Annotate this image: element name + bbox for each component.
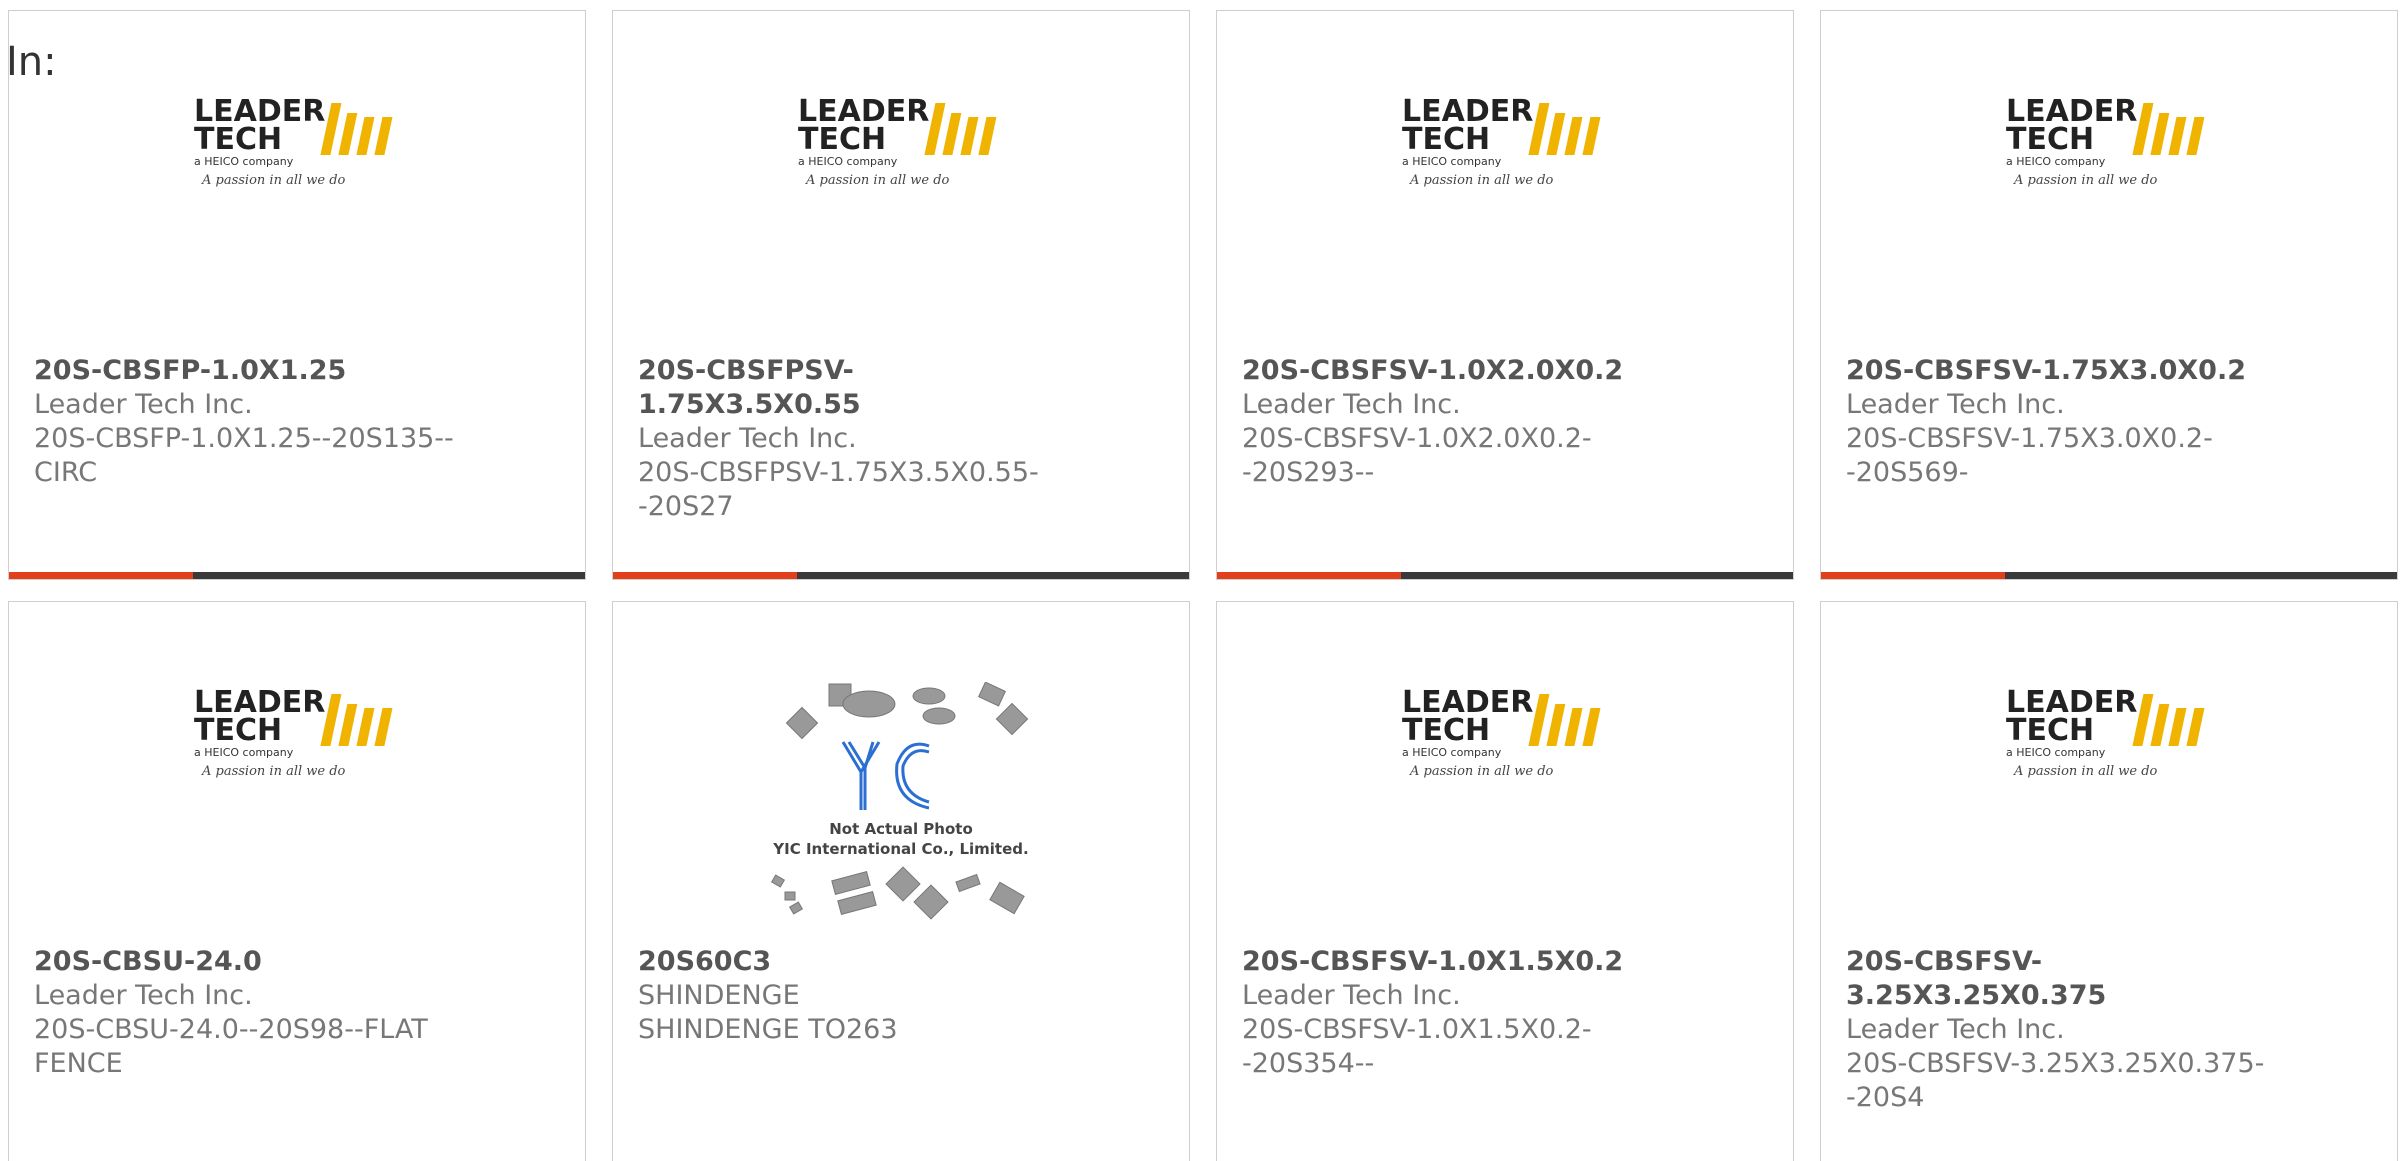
logo-text-tech: TECH <box>798 122 886 157</box>
card-progress-bar <box>1821 572 2397 579</box>
part-description: 20S-CBSU-24.0--20S98--FLAT FENCE <box>34 1014 428 1079</box>
part-number[interactable]: 20S-CBSFSV-1.0X2.0X0.2 <box>1242 354 1662 388</box>
manufacturer: Leader Tech Inc. <box>1846 1014 2065 1045</box>
product-image[interactable]: LEADER TECH a HEICO company A passion in… <box>1821 91 2397 301</box>
logo-text-tagline: A passion in all we do <box>2013 173 2158 188</box>
product-card[interactable]: LEADER TECH a HEICO company A passion in… <box>8 10 586 580</box>
manufacturer: SHINDENGE <box>638 980 800 1011</box>
leader-tech-logo: LEADER TECH a HEICO company A passion in… <box>194 685 393 779</box>
logo-text-tagline: A passion in all we do <box>1409 764 1554 779</box>
part-number[interactable]: 20S-CBSFSV-1.0X1.5X0.2 <box>1242 945 1662 979</box>
filter-label: In: <box>6 39 57 85</box>
logo-text-tech: TECH <box>1402 122 1490 157</box>
product-image[interactable]: LEADER TECH a HEICO company A passion in… <box>1821 682 2397 892</box>
product-card[interactable]: LEADER TECH a HEICO company A passion in… <box>1820 10 2398 580</box>
part-number[interactable]: 20S-CBSFP-1.0X1.25 <box>34 354 454 388</box>
logo-text-heico: a HEICO company <box>1402 155 1502 168</box>
part-number[interactable]: 20S-CBSFSV-1.75X3.0X0.2 <box>1846 354 2266 388</box>
manufacturer: Leader Tech Inc. <box>34 389 253 420</box>
part-number[interactable]: 20S-CBSFSV-3.25X3.25X0.375 <box>1846 945 2266 1013</box>
part-number[interactable]: 20S60C3 <box>638 945 1058 979</box>
product-card[interactable]: Not Actual Photo YIC International Co., … <box>612 601 1190 1161</box>
logo-text-heico: a HEICO company <box>2006 746 2106 759</box>
logo-text-tech: TECH <box>1402 713 1490 748</box>
leader-tech-logo: LEADER TECH a HEICO company A passion in… <box>1402 94 1601 188</box>
logo-text-tagline: A passion in all we do <box>805 173 950 188</box>
logo-text-tech: TECH <box>194 122 282 157</box>
logo-stripes <box>320 103 393 155</box>
progress-fill <box>1217 572 1402 579</box>
part-description: 20S-CBSFSV-3.25X3.25X0.375--20S4 <box>1846 1048 2265 1113</box>
progress-fill <box>9 572 194 579</box>
part-description: 20S-CBSFSV-1.0X1.5X0.2--20S354-- <box>1242 1014 1592 1079</box>
logo-stripes <box>2132 103 2205 155</box>
logo-text-tech: TECH <box>2006 713 2094 748</box>
logo-stripes <box>1528 694 1601 746</box>
yic-caption-line2: YIC International Co., Limited. <box>772 840 1028 858</box>
logo-text-tech: TECH <box>194 713 282 748</box>
part-description: 20S-CBSFP-1.0X1.25--20S135--CIRC <box>34 423 454 488</box>
yic-caption-line1: Not Actual Photo <box>829 820 973 838</box>
product-card[interactable]: LEADER TECH a HEICO company A passion in… <box>8 601 586 1161</box>
leader-tech-logo: LEADER TECH a HEICO company A passion in… <box>798 94 997 188</box>
product-card[interactable]: LEADER TECH a HEICO company A passion in… <box>1820 601 2398 1161</box>
logo-text-tagline: A passion in all we do <box>201 764 346 779</box>
product-image[interactable]: LEADER TECH a HEICO company A passion in… <box>613 91 1189 301</box>
product-image[interactable]: LEADER TECH a HEICO company A passion in… <box>1217 682 1793 892</box>
manufacturer: Leader Tech Inc. <box>1242 389 1461 420</box>
logo-text-tech: TECH <box>2006 122 2094 157</box>
logo-text-tagline: A passion in all we do <box>201 173 346 188</box>
logo-stripes <box>320 694 393 746</box>
product-card[interactable]: LEADER TECH a HEICO company A passion in… <box>1216 10 1794 580</box>
product-image[interactable]: LEADER TECH a HEICO company A passion in… <box>9 91 585 301</box>
logo-stripes <box>2132 694 2205 746</box>
logo-text-tagline: A passion in all we do <box>1409 173 1554 188</box>
logo-text-heico: a HEICO company <box>194 746 294 759</box>
logo-text-heico: a HEICO company <box>194 155 294 168</box>
leader-tech-logo: LEADER TECH a HEICO company A passion in… <box>1402 685 1601 779</box>
part-description: 20S-CBSFSV-1.75X3.0X0.2--20S569- <box>1846 423 2213 488</box>
card-progress-bar <box>1217 572 1793 579</box>
card-progress-bar <box>613 572 1189 579</box>
manufacturer: Leader Tech Inc. <box>34 980 253 1011</box>
logo-stripes <box>924 103 997 155</box>
part-number[interactable]: 20S-CBSU-24.0 <box>34 945 454 979</box>
part-description: 20S-CBSFPSV-1.75X3.5X0.55--20S27 <box>638 457 1039 522</box>
leader-tech-logo: LEADER TECH a HEICO company A passion in… <box>2006 685 2205 779</box>
leader-tech-logo: LEADER TECH a HEICO company A passion in… <box>194 94 393 188</box>
manufacturer: Leader Tech Inc. <box>1242 980 1461 1011</box>
card-progress-bar <box>9 572 585 579</box>
logo-text-heico: a HEICO company <box>2006 155 2106 168</box>
logo-text-tagline: A passion in all we do <box>2013 764 2158 779</box>
product-card[interactable]: LEADER TECH a HEICO company A passion in… <box>612 10 1190 580</box>
part-number[interactable]: 20S-CBSFPSV-1.75X3.5X0.55 <box>638 354 1058 422</box>
product-image[interactable]: LEADER TECH a HEICO company A passion in… <box>9 682 585 892</box>
logo-stripes <box>1528 103 1601 155</box>
part-description: SHINDENGE TO263 <box>638 1014 898 1045</box>
leader-tech-logo: LEADER TECH a HEICO company A passion in… <box>2006 94 2205 188</box>
logo-text-heico: a HEICO company <box>798 155 898 168</box>
product-grid-page: In: LEADER TECH a HEICO company A passio… <box>0 0 2400 1161</box>
part-description: 20S-CBSFSV-1.0X2.0X0.2--20S293-- <box>1242 423 1592 488</box>
manufacturer: Leader Tech Inc. <box>1846 389 2065 420</box>
product-card[interactable]: LEADER TECH a HEICO company A passion in… <box>1216 601 1794 1161</box>
progress-fill <box>1821 572 2006 579</box>
logo-text-heico: a HEICO company <box>1402 746 1502 759</box>
yic-placeholder-image: Not Actual Photo YIC International Co., … <box>770 682 1029 920</box>
product-image[interactable]: Not Actual Photo YIC International Co., … <box>613 682 1189 920</box>
product-image[interactable]: LEADER TECH a HEICO company A passion in… <box>1217 91 1793 301</box>
progress-fill <box>613 572 798 579</box>
manufacturer: Leader Tech Inc. <box>638 423 857 454</box>
